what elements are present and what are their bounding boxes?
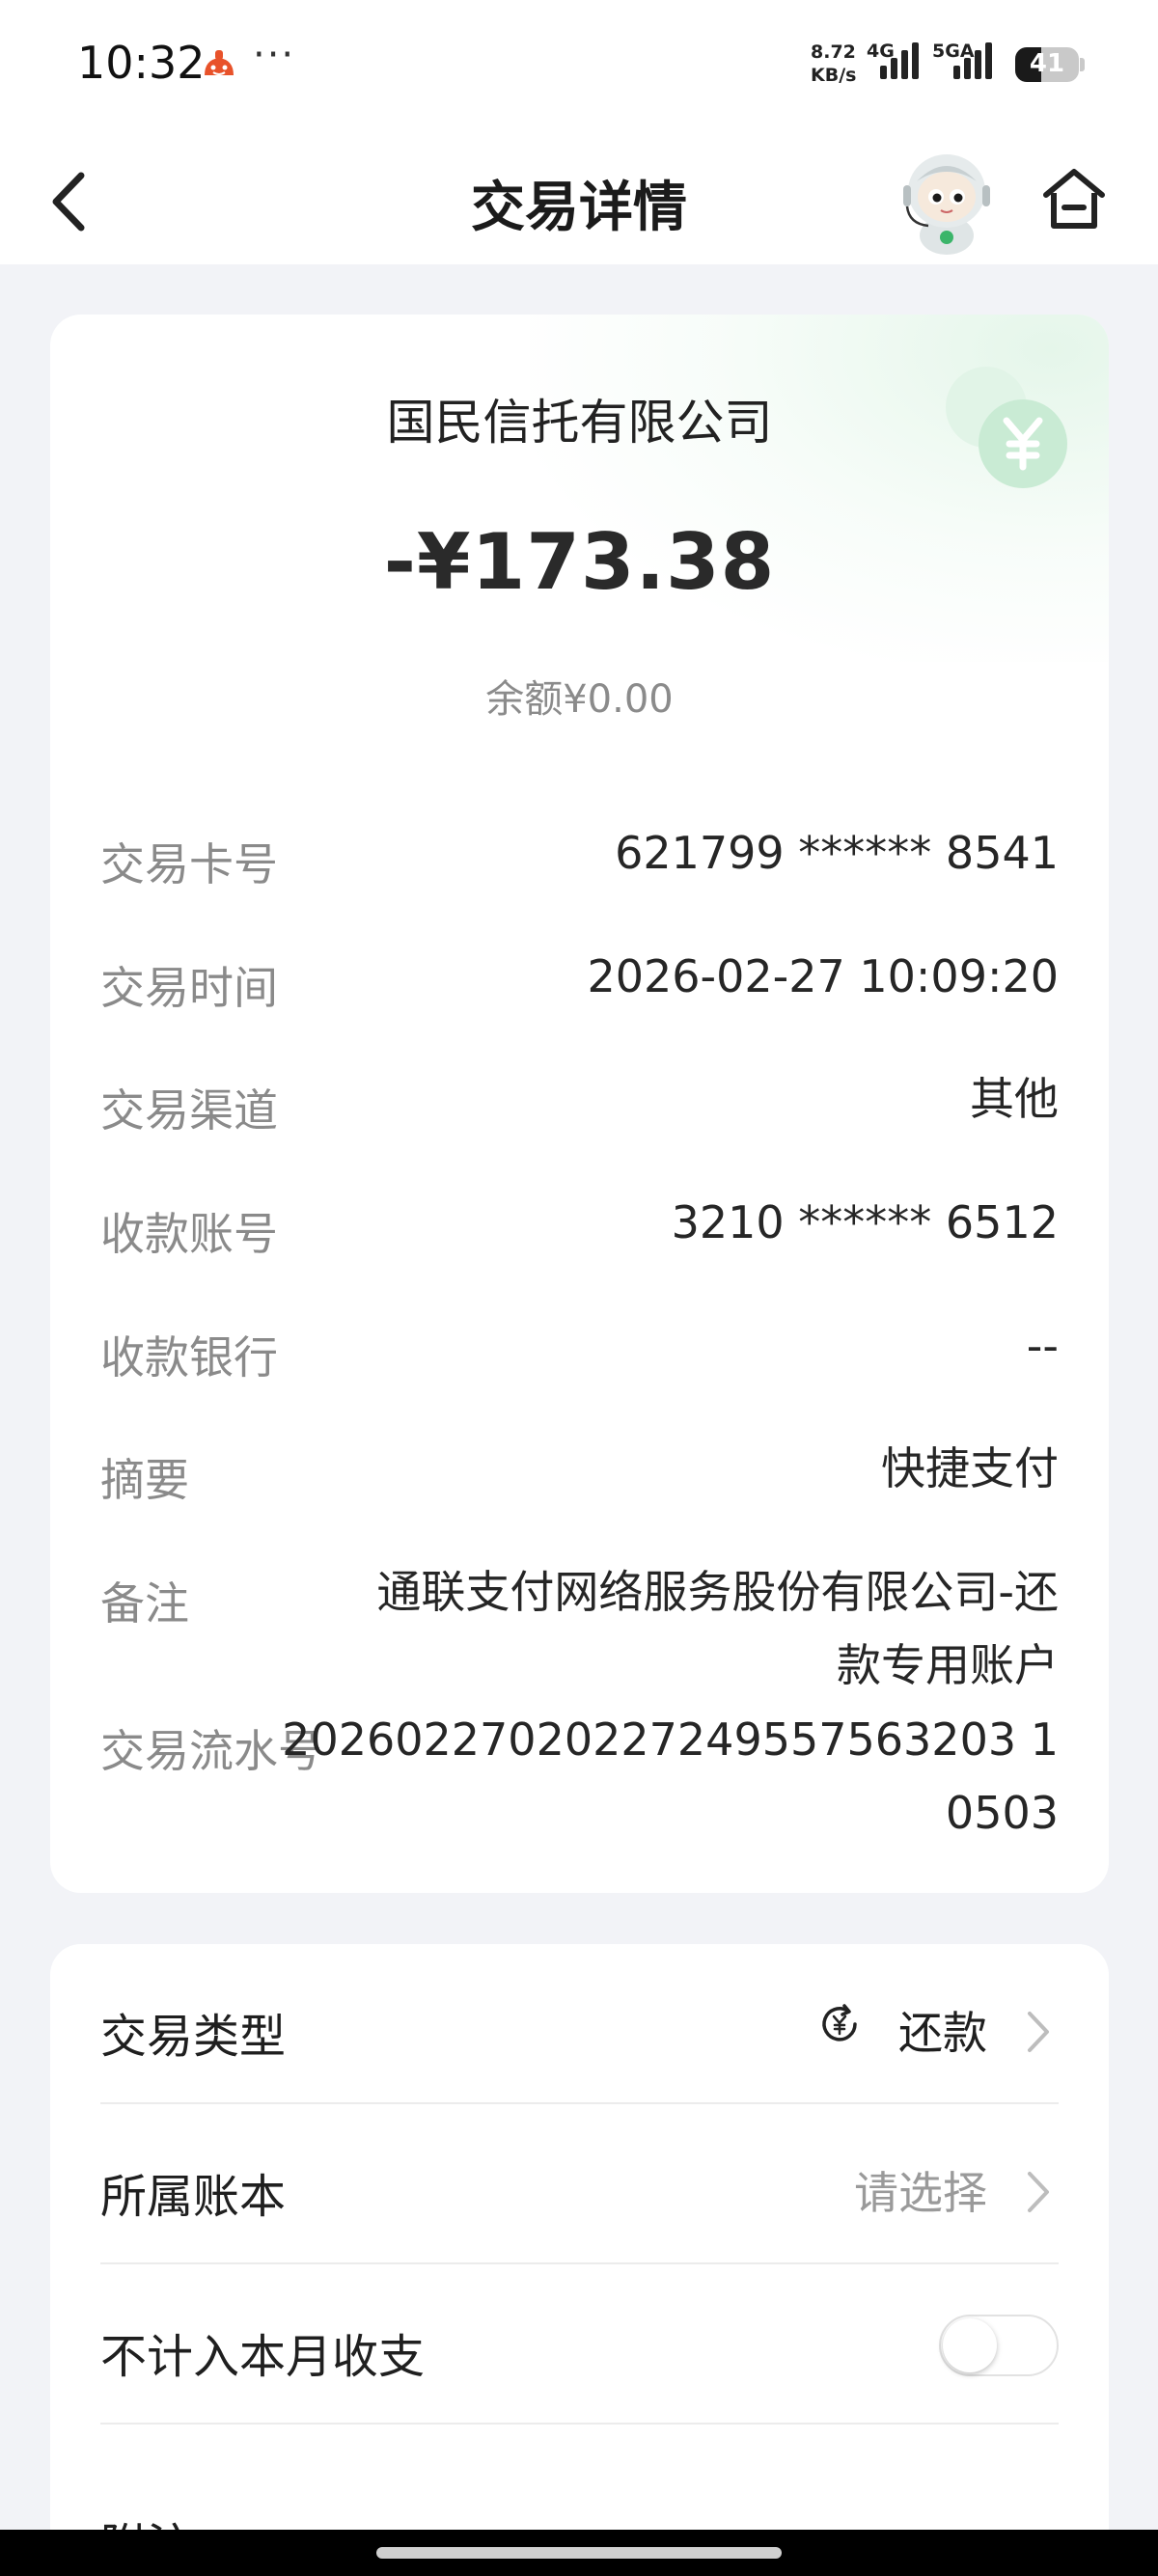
net-speed-unit: KB/s [811, 65, 857, 86]
account-balance: 余额¥0.00 [485, 677, 674, 722]
detail-value: 621799 ****** 8541 [615, 827, 1059, 879]
transaction-type-label: 交易类型 [100, 2010, 287, 2064]
detail-label: 备注 [100, 1577, 189, 1630]
detail-value: 通联支付网络服务股份有限公司-还 款专用账户 [376, 1555, 1059, 1702]
battery-level: 41 [1029, 49, 1065, 78]
transaction-detail-card: 国民信托有限公司 -¥173.38 余额¥0.00 交易卡号 621799 **… [50, 315, 1109, 1893]
chevron-right-icon [1028, 2172, 1049, 2212]
detail-value: 快捷支付 [881, 1442, 1059, 1494]
detail-value: 2026-02-27 10:09:20 [587, 950, 1059, 1002]
battery-icon: 41 [1015, 47, 1079, 82]
detail-label: 收款账号 [100, 1208, 278, 1260]
serial-line-1: 20260227020227249557563203 1 [282, 1713, 1059, 1766]
remark-line-1: 通联支付网络服务股份有限公司-还 [376, 1566, 1059, 1618]
chevron-right-icon [1028, 2012, 1049, 2052]
home-gesture-handle[interactable] [376, 2547, 782, 2559]
exclude-monthly-row: 不计入本月收支 [100, 2264, 1059, 2425]
account-book-select[interactable]: 请选择 [854, 2158, 987, 2222]
signal-icon [880, 42, 919, 79]
signal-icon-2 [953, 42, 992, 79]
detail-label: 交易时间 [100, 962, 278, 1014]
status-more-icon: ··· [253, 33, 296, 77]
notification-app-icon [205, 50, 234, 75]
transaction-detail-screen: { "status_bar": { "time": "10:32", "net_… [0, 0, 1158, 2576]
net-speed-value: 8.72 [811, 41, 856, 63]
header: 交易详情 [0, 135, 1158, 264]
remark-line-2: 款专用账户 [837, 1639, 1059, 1691]
status-time: 10:32 [77, 37, 206, 89]
detail-value: 3210 ****** 6512 [671, 1196, 1059, 1248]
status-bar: 10:32 ··· 8.72 KB/s 4G 5GA 41 [0, 0, 1158, 135]
detail-value: 其他 [970, 1073, 1059, 1125]
serial-line-2: 0503 [945, 1787, 1059, 1839]
detail-value[interactable]: 20260227020227249557563203 1 0503 [282, 1703, 1059, 1850]
detail-label: 交易卡号 [100, 838, 278, 891]
divider [100, 2423, 1059, 2425]
detail-label: 收款银行 [100, 1331, 278, 1384]
transaction-type-row[interactable]: 交易类型 还款 [100, 1944, 1059, 2104]
exclude-monthly-toggle[interactable] [939, 2315, 1059, 2376]
transaction-type-value: 还款 [898, 2007, 987, 2059]
repay-icon [822, 2004, 857, 2042]
exclude-monthly-label: 不计入本月收支 [100, 2330, 426, 2384]
detail-label: 摘要 [100, 1454, 189, 1506]
merchant-name: 国民信托有限公司 [386, 395, 773, 451]
detail-label: 交易渠道 [100, 1084, 278, 1137]
transaction-settings-card: 交易类型 还款 所属账本 请选择 不计入本月收支 [50, 1944, 1109, 2576]
account-book-label: 所属账本 [100, 2170, 287, 2224]
navigation-gesture-bar [0, 2530, 1158, 2576]
toggle-knob [943, 2318, 997, 2372]
transaction-amount: -¥173.38 [383, 517, 776, 607]
assistant-robot-icon[interactable] [896, 143, 998, 257]
detail-value: -- [1026, 1320, 1059, 1372]
home-icon[interactable] [1038, 164, 1110, 235]
net-speed: 8.72 KB/s [811, 41, 868, 87]
account-book-row[interactable]: 所属账本 请选择 [100, 2104, 1059, 2264]
